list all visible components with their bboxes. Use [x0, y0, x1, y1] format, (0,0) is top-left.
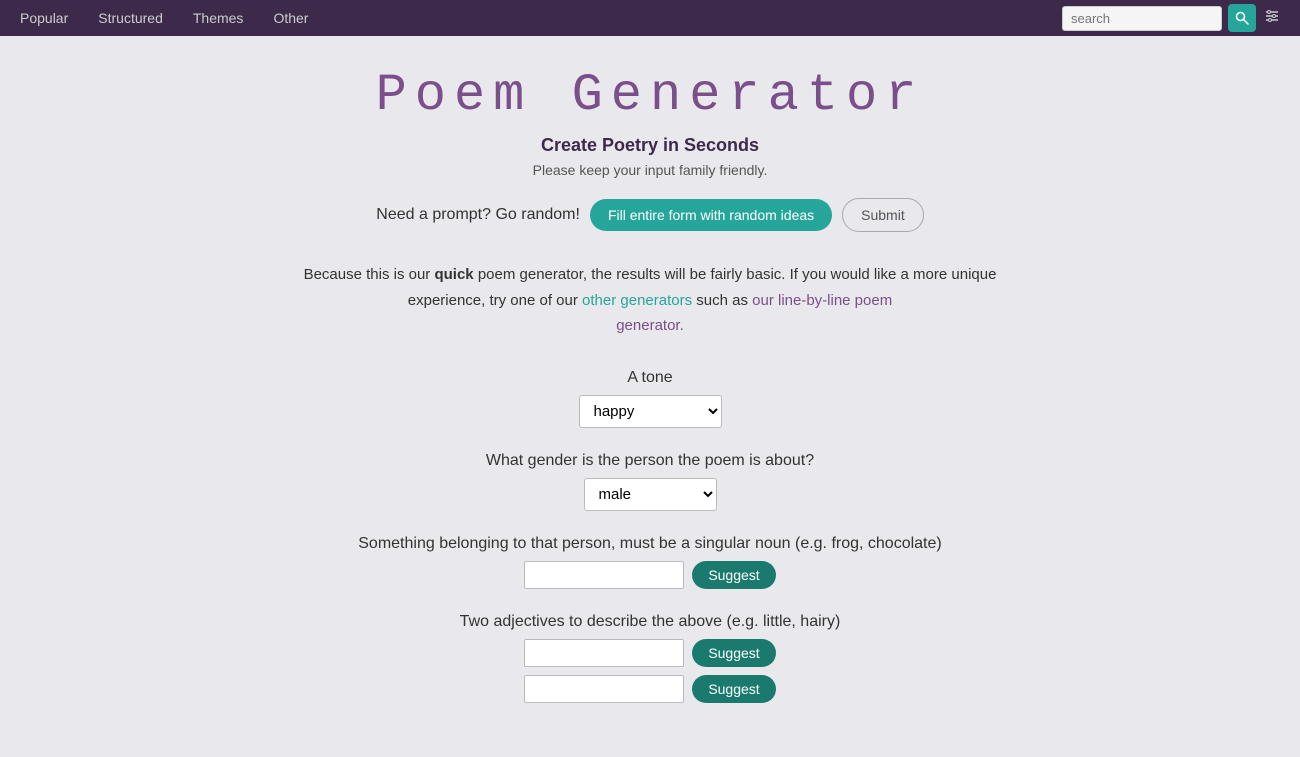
- info-box: Because this is our quick poem generator…: [290, 262, 1010, 339]
- random-label: Need a prompt? Go random!: [376, 206, 580, 224]
- random-row: Need a prompt? Go random! Fill entire fo…: [290, 198, 1010, 232]
- nav-links: Popular Structured Themes Other: [20, 10, 1062, 26]
- filter-button[interactable]: [1264, 8, 1280, 29]
- adjective1-suggest-button[interactable]: Suggest: [692, 639, 775, 667]
- info-such-as: such as: [692, 292, 752, 309]
- belonging-section: Something belonging to that person, must…: [290, 535, 1010, 589]
- adjective2-suggest-button[interactable]: Suggest: [692, 675, 775, 703]
- main-content: Poem Generator Create Poetry in Seconds …: [270, 36, 1030, 757]
- filter-icon: [1264, 8, 1280, 24]
- belonging-suggest-button[interactable]: Suggest: [692, 561, 775, 589]
- search-icon: [1235, 11, 1249, 25]
- search-button[interactable]: [1228, 4, 1256, 32]
- info-text-before: Because this is our: [304, 266, 435, 283]
- nav-themes[interactable]: Themes: [193, 10, 244, 26]
- submit-button[interactable]: Submit: [842, 198, 924, 232]
- gender-label: What gender is the person the poem is ab…: [290, 452, 1010, 470]
- nav-structured[interactable]: Structured: [98, 10, 163, 26]
- belonging-input-row: Suggest: [290, 561, 1010, 589]
- search-input[interactable]: [1062, 6, 1222, 31]
- nav-other[interactable]: Other: [273, 10, 308, 26]
- adjective2-row: Suggest: [290, 675, 1010, 703]
- tone-label: A tone: [290, 369, 1010, 387]
- gender-section: What gender is the person the poem is ab…: [290, 452, 1010, 511]
- adjectives-label: Two adjectives to describe the above (e.…: [290, 613, 1010, 631]
- subtitle: Create Poetry in Seconds: [290, 135, 1010, 156]
- nav-popular[interactable]: Popular: [20, 10, 68, 26]
- page-title: Poem Generator: [290, 66, 1010, 125]
- tone-select[interactable]: happy sad romantic funny angry inspirati…: [579, 395, 722, 428]
- adjective1-row: Suggest: [290, 639, 1010, 667]
- adjectives-section: Two adjectives to describe the above (e.…: [290, 613, 1010, 703]
- belonging-label: Something belonging to that person, must…: [290, 535, 1010, 553]
- main-nav: Popular Structured Themes Other: [0, 0, 1300, 36]
- search-area: [1062, 4, 1280, 32]
- gender-select[interactable]: male female non-binary: [584, 478, 717, 511]
- tone-section: A tone happy sad romantic funny angry in…: [290, 369, 1010, 428]
- family-friendly-text: Please keep your input family friendly.: [290, 162, 1010, 178]
- adjective2-input[interactable]: [524, 675, 684, 703]
- random-fill-button[interactable]: Fill entire form with random ideas: [590, 199, 832, 231]
- adjective1-input[interactable]: [524, 639, 684, 667]
- info-bold: quick: [434, 266, 473, 283]
- other-generators-link[interactable]: other generators: [582, 292, 692, 309]
- belonging-input[interactable]: [524, 561, 684, 589]
